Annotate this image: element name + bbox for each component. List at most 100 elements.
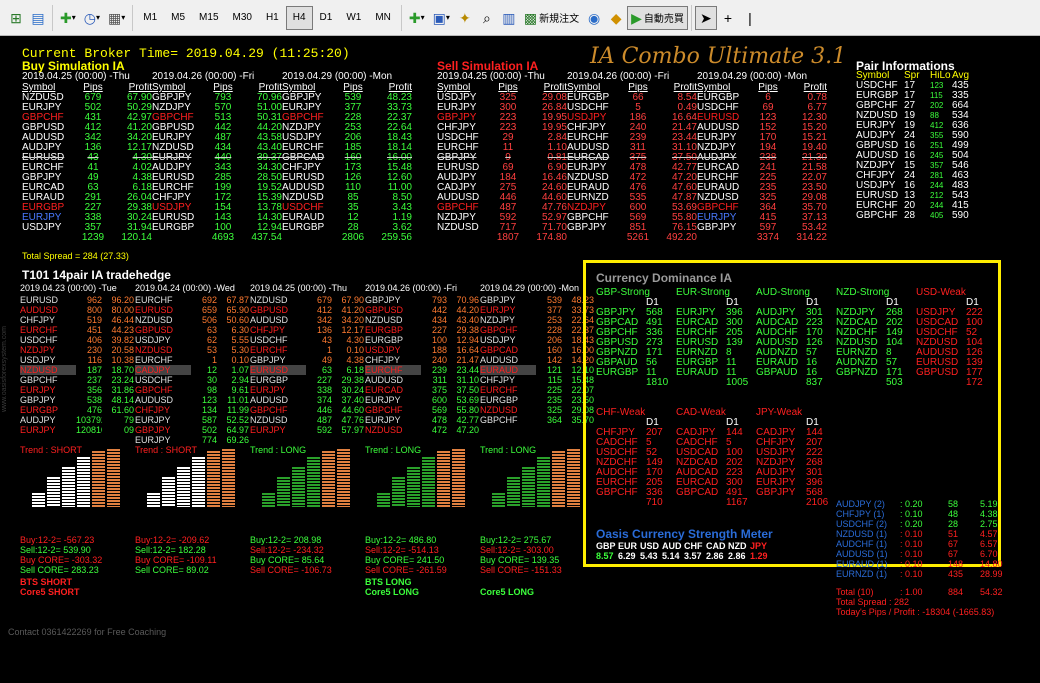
- table-row: EURJPY 478 42.77: [365, 415, 479, 425]
- hedge-buy: Buy:12-2= -567.23: [20, 535, 95, 545]
- pair-symbol: AUDUSD: [856, 151, 899, 161]
- metaeditor-button[interactable]: ◆: [605, 6, 627, 30]
- hedge-symbol: EURJPY: [365, 415, 401, 425]
- timeframe-d1-button[interactable]: D1: [313, 6, 340, 30]
- row-profit: 70.96: [256, 93, 282, 103]
- hedge-bar: [377, 493, 390, 507]
- periods-button[interactable]: ◷ ▾: [80, 6, 104, 30]
- row-symbol: EURAUD: [282, 213, 325, 223]
- chart-area[interactable]: Current Broker Time= 2019.04.29 (11:25:2…: [0, 37, 1040, 683]
- signals-button[interactable]: ◉: [583, 6, 605, 30]
- row-profit: 1.10: [547, 143, 567, 153]
- row-pips: 513: [214, 113, 232, 123]
- crosshair-button[interactable]: +: [717, 6, 739, 30]
- row-symbol: AUDUSD: [697, 123, 740, 133]
- row-pips: 173: [344, 163, 362, 173]
- dominance-group-title: NZD-Strong: [836, 287, 890, 298]
- table-row: EURJPY 170 15.21: [697, 133, 827, 143]
- pos-today: Today's Pips / Profit : -18304 (-1665.83…: [836, 607, 995, 617]
- table-row: EURAUD 121 12.10: [480, 365, 594, 375]
- timeframe-mn-button[interactable]: MN: [368, 6, 398, 30]
- timeframe-h4-button[interactable]: H4: [285, 5, 313, 30]
- row-profit: 16.00: [386, 153, 412, 163]
- table-row: AUDUSD 446 44.60: [437, 193, 567, 203]
- templates-button[interactable]: ▦ ▾: [104, 6, 129, 30]
- row-symbol: GBPJPY: [152, 93, 192, 103]
- total-pips: 1239: [81, 233, 105, 243]
- row-pips: 325: [499, 93, 517, 103]
- row-pips: 535: [629, 193, 647, 203]
- timeframe-m30-button[interactable]: M30: [226, 6, 259, 30]
- new-order-button[interactable]: ▩ 新規注文: [520, 6, 583, 30]
- total-profit: 174.80: [536, 233, 567, 243]
- table-row: EURJPY 415 37.13: [697, 213, 827, 223]
- autotrade-button[interactable]: ▶ 自動売買: [627, 5, 688, 30]
- timeframe-h1-button[interactable]: H1: [259, 6, 286, 30]
- row-profit: 29.08: [541, 93, 567, 103]
- timeframe-w1-button[interactable]: W1: [339, 6, 368, 30]
- table-row: NZDJPY 570 51.00: [152, 103, 282, 113]
- hedge-bar: [277, 477, 290, 507]
- window-layout-button[interactable]: ▣ ▾: [429, 6, 454, 30]
- add-object-button[interactable]: ✚ ▾: [405, 6, 429, 30]
- table-row: AUDUSD 142 14.20: [480, 355, 594, 365]
- timeframe-m1-button[interactable]: M1: [136, 6, 164, 30]
- hedge-profit: 70.96: [456, 295, 479, 305]
- table-row: NZDUSD 506 50.60: [135, 315, 249, 325]
- cursor-button[interactable]: ➤: [694, 5, 717, 30]
- table-row: USDCHF 69 6.77: [697, 103, 827, 113]
- row-pips: 35: [347, 203, 359, 213]
- row-symbol: EURUSD: [697, 113, 740, 123]
- table-row: GBPJPY 49 4.38: [22, 173, 152, 183]
- table-row: USDJPY 16 244 483: [856, 181, 982, 191]
- sim-header-row: Symbol Pips Profit: [697, 83, 827, 93]
- table-row: EURJPY 356 31.86: [20, 385, 134, 395]
- table-row: GBPCHF 513 50.31: [152, 113, 282, 123]
- row-profit: 0.49: [677, 103, 697, 113]
- row-profit: 29.08: [801, 193, 827, 203]
- vertical-line-button[interactable]: |: [739, 6, 761, 30]
- table-row: EURUSD 69 6.90: [437, 163, 567, 173]
- hedge-symbol: NZDUSD: [365, 425, 403, 435]
- table-row: AUDUSD 110 11.00: [282, 183, 412, 193]
- hedge-symbol: EURJPY: [20, 425, 56, 435]
- pos-pips: 58: [948, 499, 959, 509]
- timeframe-m15-button[interactable]: M15: [192, 6, 225, 30]
- hedge-profit: 0.10: [231, 355, 249, 365]
- hedge-symbol: EURGBP: [480, 395, 519, 405]
- column-header: Pips: [498, 83, 518, 93]
- row-symbol: USDJPY: [152, 203, 192, 213]
- pair-spread: 13: [904, 191, 916, 201]
- column-header: Pips: [758, 83, 778, 93]
- row-pips: 285: [214, 173, 232, 183]
- row-profit: 39.37: [256, 153, 282, 163]
- market-watch-button[interactable]: ▥: [498, 6, 520, 30]
- trend-label: Trend : LONG: [365, 445, 422, 455]
- new-chart-button[interactable]: ⊞: [5, 6, 27, 30]
- row-pips: 357: [84, 223, 102, 233]
- table-row: NZDJPY 194 19.40: [697, 143, 827, 153]
- hedge-buy: Buy:12-2= -209.62: [135, 535, 210, 545]
- profiles-button[interactable]: ▤: [27, 6, 49, 30]
- table-row: EURJPY 338 30.24: [22, 213, 152, 223]
- hedge-sell-core: Sell CORE= 283.23: [20, 565, 99, 575]
- cursor-icon: ➤: [700, 9, 712, 26]
- hedge-pips: 800: [86, 305, 102, 315]
- dominance-symbol: GBPCHF: [596, 487, 638, 498]
- table-row: GBPCHF 569 55.80: [365, 405, 479, 415]
- row-profit: 8.54: [677, 93, 697, 103]
- hedge-pips: 592: [316, 425, 332, 435]
- timeframe-m5-button[interactable]: M5: [164, 6, 192, 30]
- hedge-pips: 225: [546, 385, 562, 395]
- hedge-profit: 48.14: [111, 395, 134, 405]
- row-symbol: GBPCHF: [567, 213, 609, 223]
- row-symbol: EURUSD: [282, 173, 325, 183]
- navigator-button[interactable]: ✦: [454, 6, 476, 30]
- table-row: EURNZD 535 47.87: [567, 193, 697, 203]
- search-button[interactable]: ⌕: [476, 6, 498, 30]
- table-row: EURGBP 227 29.38: [250, 375, 364, 385]
- indicators-button[interactable]: ✚ ▾: [56, 6, 80, 30]
- row-pips: 100: [214, 223, 232, 233]
- pair-spread: 24: [904, 131, 916, 141]
- hedge-pips: 1: [211, 355, 217, 365]
